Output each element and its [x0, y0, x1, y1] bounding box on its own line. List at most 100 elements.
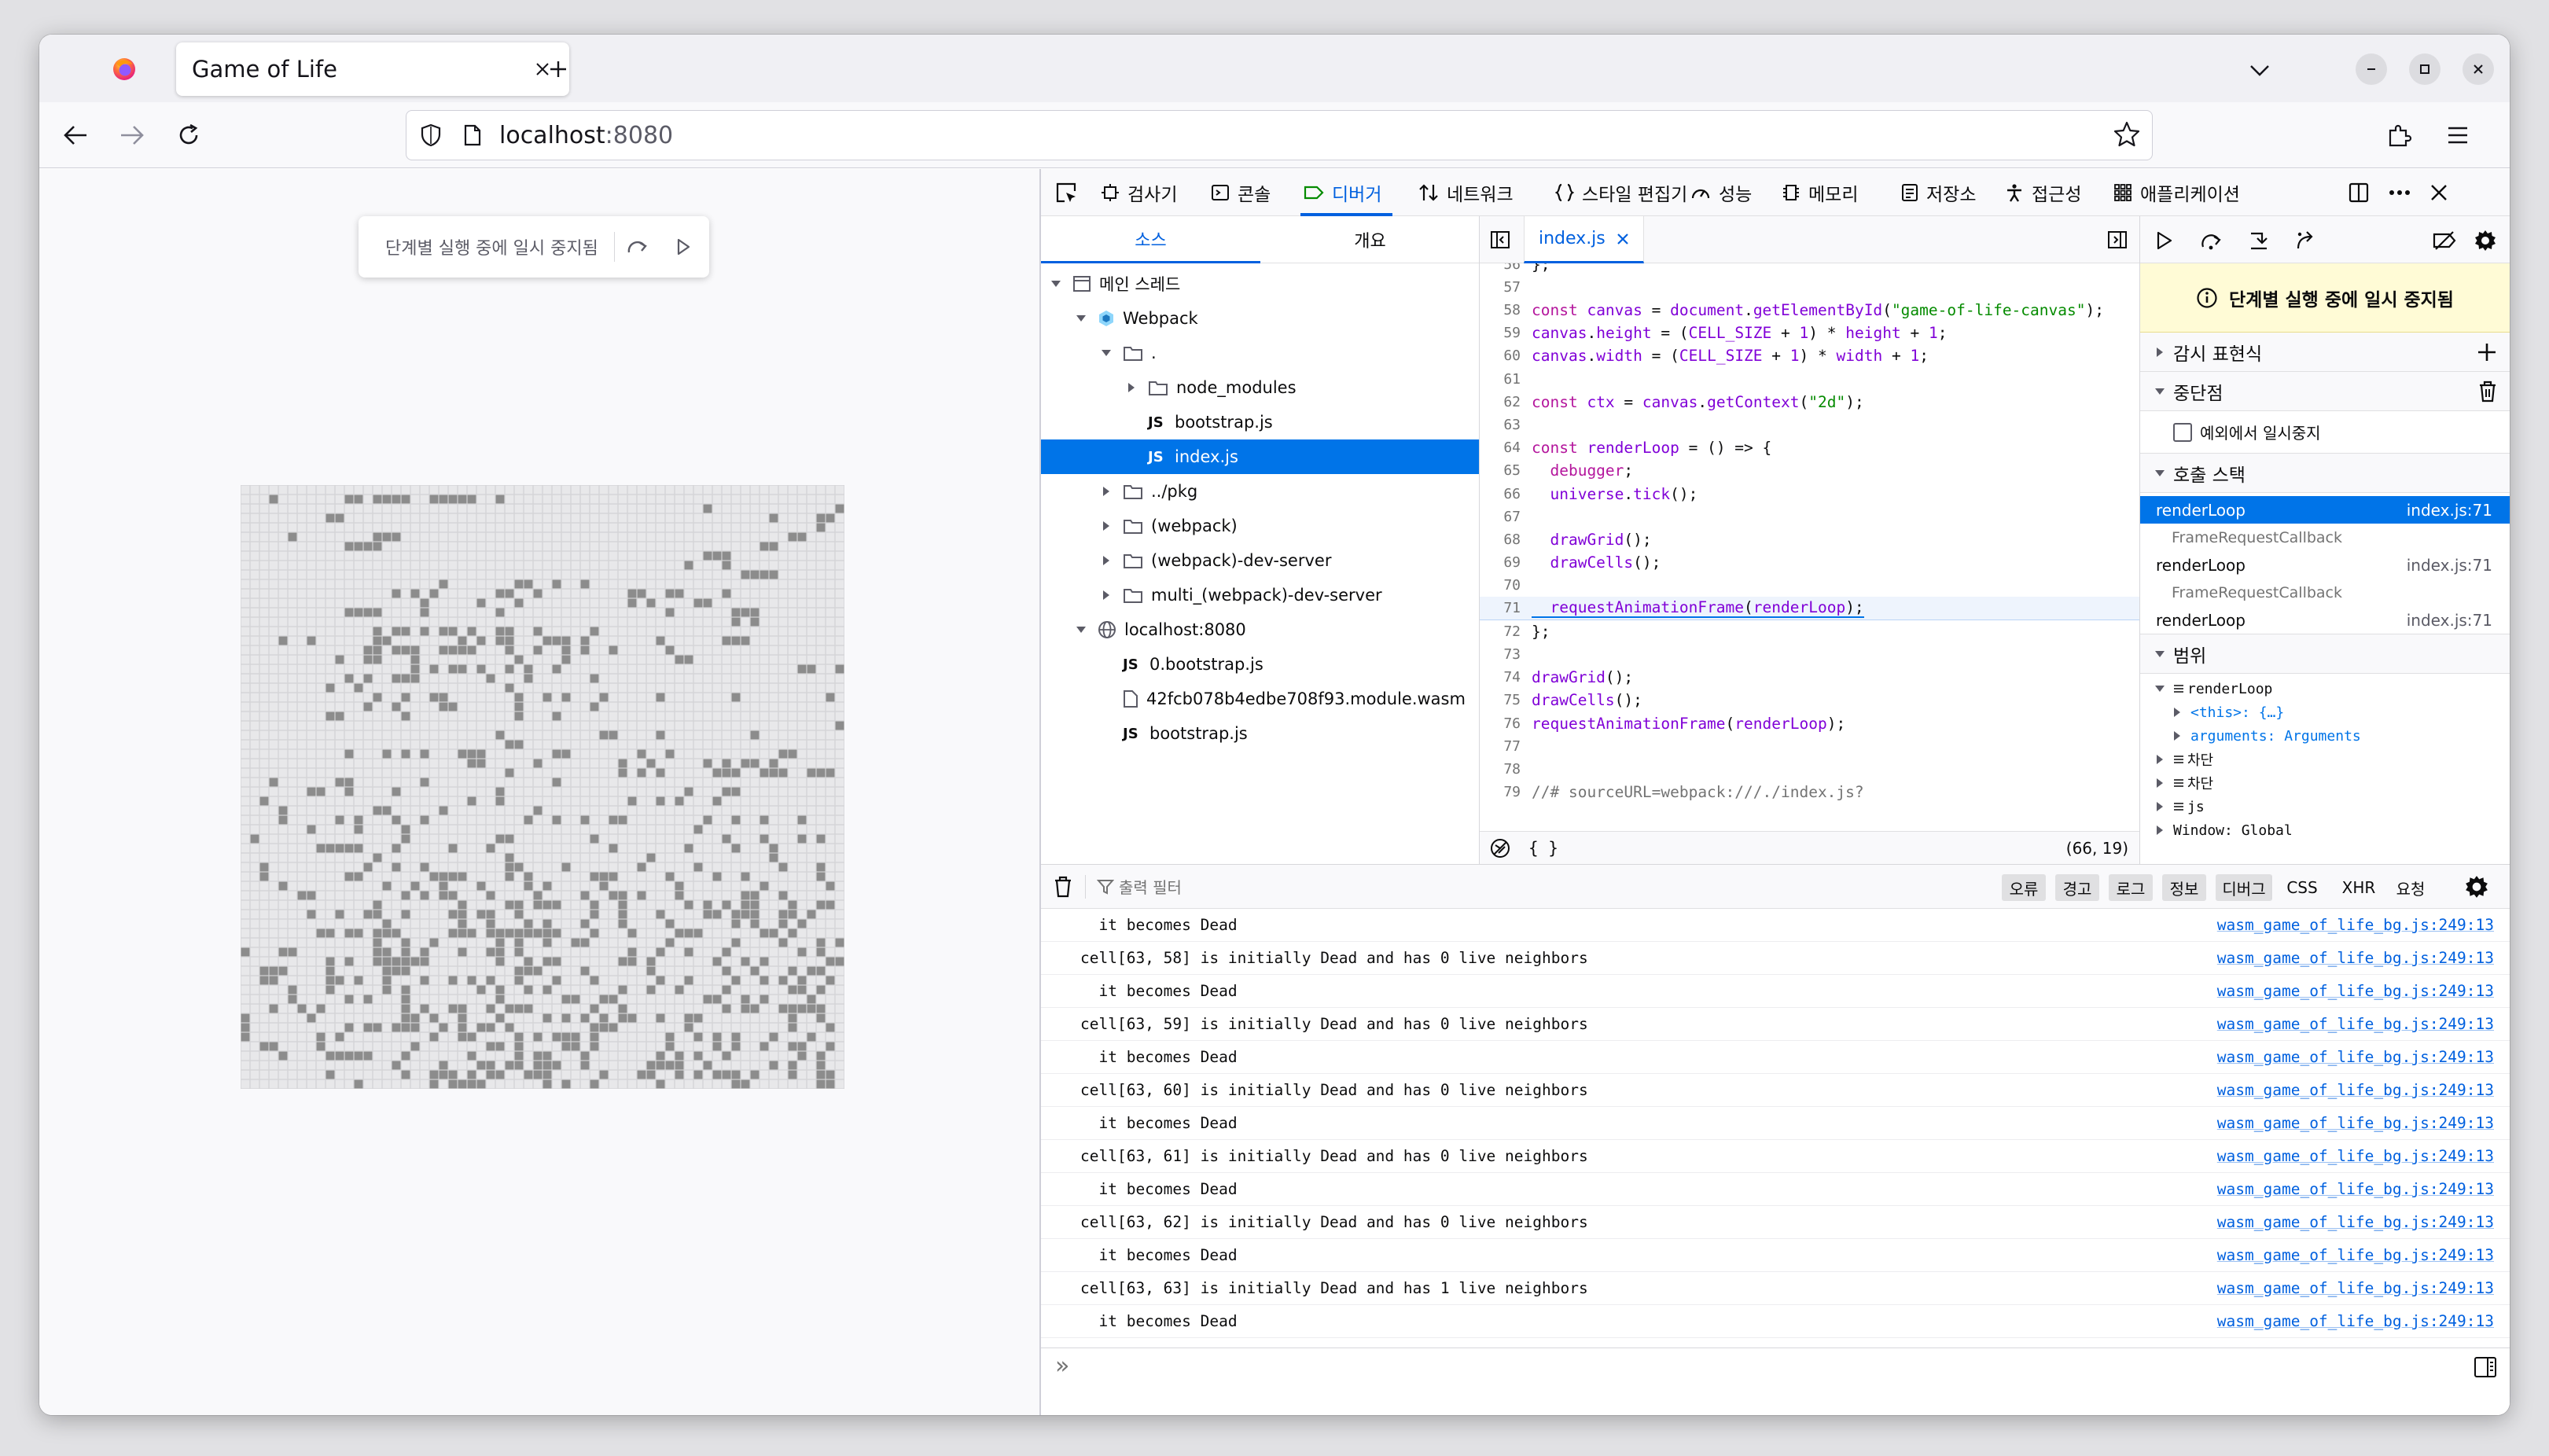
console-message-source-link[interactable]: wasm_game_of_life_bg.js:249:13 [2217, 1048, 2494, 1066]
line-number[interactable]: 70 [1480, 577, 1521, 594]
scope-item[interactable]: 차단 [2140, 748, 2510, 771]
line-number[interactable]: 63 [1480, 417, 1521, 433]
scope-item[interactable]: js [2140, 795, 2510, 818]
debugger-settings-gear-icon[interactable] [2472, 227, 2499, 254]
code-editor[interactable]: 56}; 57 58 const canvas = document.getEleme… [1480, 263, 2139, 831]
source-tree-item[interactable]: JS index.js [1041, 439, 1479, 474]
minimize-window-icon[interactable] [2356, 53, 2387, 85]
source-tree-item[interactable]: JS bootstrap.js [1041, 405, 1479, 439]
tab-sources[interactable]: 소스 [1041, 216, 1260, 263]
line-number[interactable]: 79 [1480, 784, 1521, 800]
console-filter-5[interactable]: 디버그 [2216, 874, 2272, 901]
forward-arrow-icon[interactable] [115, 118, 149, 153]
back-arrow-icon[interactable] [58, 118, 93, 153]
tab-game-of-life[interactable]: Game of Life [176, 42, 569, 96]
watch-expressions-header[interactable]: 감시 표현식 [2140, 333, 2510, 372]
console-message-source-link[interactable]: wasm_game_of_life_bg.js:249:13 [2217, 1246, 2494, 1264]
line-number[interactable]: 75 [1480, 692, 1521, 708]
console-message-source-link[interactable]: wasm_game_of_life_bg.js:249:13 [2217, 1279, 2494, 1297]
console-filter-input[interactable]: 출력 필터 [1097, 875, 1490, 898]
editor-tab-index-js[interactable]: index.js [1524, 216, 1644, 263]
editor-tab-close-icon[interactable] [1617, 233, 1629, 245]
shield-icon[interactable] [406, 123, 455, 147]
scope-item[interactable]: 차단 [2140, 771, 2510, 795]
scope-item[interactable]: arguments: Arguments [2140, 724, 2510, 748]
devtools-tab-1[interactable]: 검사기 [1101, 169, 1177, 216]
line-number[interactable]: 61 [1480, 371, 1521, 388]
line-number[interactable]: 77 [1480, 738, 1521, 755]
firefox-logo-icon[interactable] [110, 55, 138, 83]
line-number[interactable]: 64 [1480, 439, 1521, 456]
call-stack-header[interactable]: 호출 스택 [2140, 454, 2510, 493]
console-message-source-link[interactable]: wasm_game_of_life_bg.js:249:13 [2217, 1015, 2494, 1033]
scope-item[interactable]: <this>: {…} [2140, 700, 2510, 724]
overlay-step-over-icon[interactable] [615, 224, 660, 270]
add-watch-plus-icon[interactable] [2477, 342, 2497, 362]
line-number[interactable]: 56 [1480, 263, 1521, 273]
scopes-header[interactable]: 범위 [2140, 634, 2510, 674]
line-number[interactable]: 59 [1480, 325, 1521, 341]
console-filter-4[interactable]: 정보 [2162, 874, 2206, 901]
step-out-icon[interactable] [2293, 227, 2319, 254]
line-number[interactable]: 57 [1480, 279, 1521, 296]
line-number[interactable]: 66 [1480, 486, 1521, 502]
pretty-print-button[interactable]: { } [1528, 839, 1558, 858]
source-tree-item[interactable]: 42fcb078b4edbe708f93.module.wasm [1041, 682, 1479, 716]
close-window-icon[interactable] [2463, 53, 2494, 85]
console-message-source-link[interactable]: wasm_game_of_life_bg.js:249:13 [2217, 916, 2494, 934]
line-number[interactable]: 71 [1480, 600, 1521, 616]
overlay-resume-icon[interactable] [660, 224, 706, 270]
call-stack-frame[interactable]: renderLoop index.js:71 [2140, 496, 2510, 524]
console-filter-1[interactable]: 오류 [2002, 874, 2046, 901]
source-tree-item[interactable]: ../pkg [1041, 474, 1479, 509]
source-tree-item[interactable]: multi_(webpack)-dev-server [1041, 578, 1479, 612]
line-number[interactable]: 68 [1480, 531, 1521, 548]
more-options-icon[interactable] [2384, 177, 2415, 208]
pause-on-exceptions-checkbox[interactable] [2173, 422, 2192, 442]
devtools-tab-9[interactable]: 접근성 [2005, 169, 2081, 216]
console-message-source-link[interactable]: wasm_game_of_life_bg.js:249:13 [2217, 982, 2494, 1000]
console-settings-gear-icon[interactable] [2464, 874, 2489, 899]
console-filter-2[interactable]: 경고 [2055, 874, 2099, 901]
bookmark-star-icon[interactable] [2113, 120, 2141, 149]
source-tree-item[interactable]: localhost:8080 [1041, 612, 1479, 647]
page-info-icon[interactable] [455, 124, 490, 146]
breakpoints-header[interactable]: 중단점 [2140, 372, 2510, 411]
devtools-tab-8[interactable]: 저장소 [1901, 169, 1976, 216]
console-filter-7[interactable]: XHR [2338, 874, 2379, 901]
line-number[interactable]: 74 [1480, 669, 1521, 686]
line-number[interactable]: 76 [1480, 715, 1521, 732]
app-menu-hamburger-icon[interactable] [2439, 116, 2477, 154]
console-filter-3[interactable]: 로그 [2109, 874, 2153, 901]
element-picker-icon[interactable] [1050, 177, 1082, 208]
call-stack-frame[interactable]: renderLoop index.js:71 [2140, 606, 2510, 634]
remove-all-breakpoints-trash-icon[interactable] [2478, 381, 2497, 403]
toggle-debugger-sidebar-icon[interactable] [2105, 227, 2130, 252]
console-message-source-link[interactable]: wasm_game_of_life_bg.js:249:13 [2217, 1312, 2494, 1330]
url-bar[interactable]: localhost:8080 [406, 110, 2153, 160]
source-tree-item[interactable]: (webpack) [1041, 509, 1479, 543]
close-devtools-icon[interactable] [2423, 177, 2455, 208]
game-of-life-canvas[interactable] [241, 485, 844, 1089]
toggle-editor-mode-icon[interactable] [2474, 1356, 2497, 1378]
source-tree-item[interactable]: Webpack [1041, 301, 1479, 336]
toggle-sources-sidebar-icon[interactable] [1488, 227, 1513, 252]
line-number[interactable]: 60 [1480, 347, 1521, 364]
tab-outline[interactable]: 개요 [1260, 216, 1479, 263]
devtools-tab-10[interactable]: 애플리케이션 [2113, 169, 2240, 216]
console-message-source-link[interactable]: wasm_game_of_life_bg.js:249:13 [2217, 1114, 2494, 1132]
devtools-tab-5[interactable]: 스타일 편집기 [1555, 169, 1687, 216]
clear-console-trash-icon[interactable] [1054, 876, 1072, 898]
line-number[interactable]: 69 [1480, 554, 1521, 571]
console-message-source-link[interactable]: wasm_game_of_life_bg.js:249:13 [2217, 1147, 2494, 1165]
devtools-tab-4[interactable]: 네트워크 [1418, 169, 1514, 216]
resume-icon[interactable] [2151, 227, 2178, 254]
source-tree-item[interactable]: JS bootstrap.js [1041, 716, 1479, 751]
dock-side-icon[interactable] [2343, 177, 2374, 208]
line-number[interactable]: 78 [1480, 761, 1521, 778]
console-message-source-link[interactable]: wasm_game_of_life_bg.js:249:13 [2217, 1180, 2494, 1198]
scope-item[interactable]: Window: Global [2140, 818, 2510, 842]
line-number[interactable]: 72 [1480, 623, 1521, 640]
line-number[interactable]: 58 [1480, 302, 1521, 318]
console-message-source-link[interactable]: wasm_game_of_life_bg.js:249:13 [2217, 1213, 2494, 1231]
